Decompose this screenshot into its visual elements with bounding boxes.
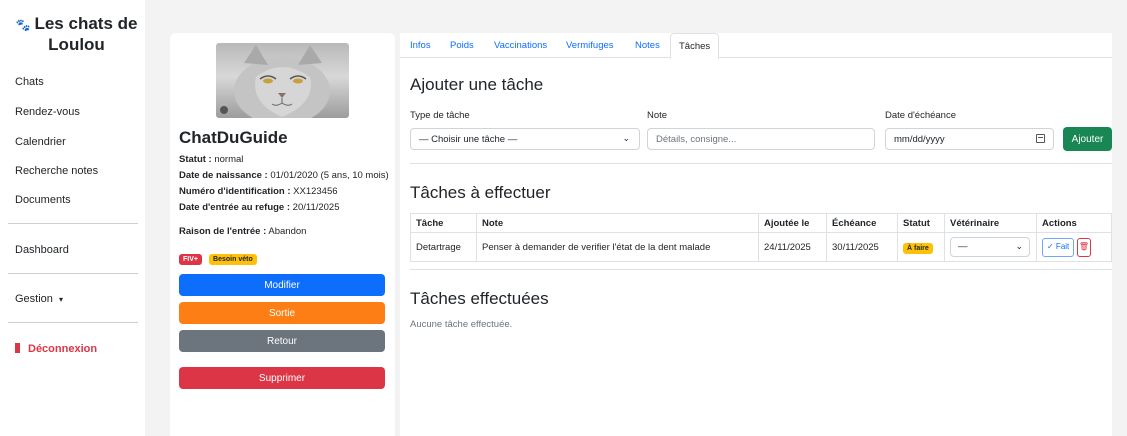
sidebar-item-recherche-notes[interactable]: Recherche notes [15,165,98,177]
task-note: Penser à demander de verifier l'état de … [476,232,759,262]
tab-vermifuges[interactable]: Vermifuges [566,40,614,51]
cat-entry-reason: Raison de l'entrée : Abandon [179,226,307,237]
note-label: Note [647,110,668,121]
back-button[interactable]: Retour [179,330,385,352]
task-type-value: — Choisir une tâche — [419,133,518,145]
task-type-label: Type de tâche [410,110,470,121]
main-content: ChatDuGuide Statut : normal Date de nais… [145,0,1127,436]
todo-table: Tâche Note Ajoutée le Échéance Statut Vé… [410,213,1112,262]
col-header-added: Ajoutée le [758,213,827,233]
col-header-vet: Vétérinaire [944,213,1037,233]
cat-entry-date: Date d'entrée au refuge : 20/11/2025 [179,202,340,213]
note-input[interactable]: Détails, consigne... [647,128,875,150]
chevron-down-icon: ⌄ [1015,241,1023,251]
logout-label: Déconnexion [28,343,98,355]
gestion-label: Gestion [15,293,53,305]
cat-profile-card: ChatDuGuide Statut : normal Date de nais… [170,33,395,436]
col-header-status: Statut [897,213,945,233]
cat-id-number: Numéro d'identification : XX123456 [179,186,338,197]
calendar-icon[interactable] [1036,134,1045,143]
sidebar-item-chats[interactable]: Chats [15,76,44,88]
cat-name: ChatDuGuide [179,128,288,147]
sidebar-divider [8,223,138,224]
needs-vet-badge: Besoin véto [209,254,257,265]
paw-icon: 🐾 [15,18,31,32]
empty-done-message: Aucune tâche effectuée. [410,319,513,330]
due-date-label: Date d'échéance [885,110,957,121]
status-badge: À faire [903,242,933,254]
due-date-input[interactable]: mm/dd/yyyy [885,128,1054,150]
cat-status: Statut : normal [179,154,244,165]
fiv-badge: FIV+ [179,254,202,265]
cat-photo [216,43,349,118]
col-header-note: Note [476,213,759,233]
sidebar-item-dashboard[interactable]: Dashboard [15,244,69,256]
sidebar-divider [8,322,138,323]
tab-vaccinations[interactable]: Vaccinations [494,40,547,51]
vet-select[interactable]: — ⌄ [950,237,1030,257]
divider [410,163,1112,164]
task-type-select[interactable]: — Choisir une tâche — ⌄ [410,128,640,150]
sidebar-item-gestion[interactable]: Gestion ▾ [15,293,63,305]
tab-infos[interactable]: Infos [410,40,431,51]
done-heading: Tâches effectuées [410,289,549,308]
chevron-down-icon: ⌄ [622,133,630,143]
due-date-placeholder: mm/dd/yyyy [894,133,945,145]
caret-down-icon: ▾ [58,295,63,304]
task-due-date: 30/11/2025 [826,232,898,262]
col-header-due: Échéance [826,213,898,233]
todo-heading: Tâches à effectuer [410,183,551,202]
note-placeholder: Détails, consigne... [656,133,737,145]
sidebar-item-calendrier[interactable]: Calendrier [15,136,66,148]
delete-cat-button[interactable]: Supprimer [179,367,385,389]
sidebar-divider [8,273,138,274]
cat-photo-image [220,45,330,118]
table-header-row: Tâche Note Ajoutée le Échéance Statut Vé… [410,213,1112,233]
sidebar-item-rendez-vous[interactable]: Rendez-vous [15,106,80,118]
door-icon [15,343,20,353]
cat-birth-date: Date de naissance : 01/01/2020 (5 ans, 1… [179,170,389,181]
task-actions-cell: ✓ Fait 🗑 [1036,232,1112,262]
table-row: Detartrage Penser à demander de verifier… [410,232,1112,262]
task-status-cell: À faire [897,232,945,262]
divider [410,269,1112,270]
add-task-button[interactable]: Ajouter [1063,127,1112,151]
brand[interactable]: 🐾 Les chats de Loulou [14,14,139,54]
tab-notes[interactable]: Notes [635,40,660,51]
task-name: Detartrage [410,232,477,262]
tab-poids[interactable]: Poids [450,40,474,51]
modify-button[interactable]: Modifier [179,274,385,296]
logout-link[interactable]: Déconnexion [15,343,97,355]
sidebar: 🐾 Les chats de Loulou Chats Rendez-vous C… [0,0,145,436]
tasks-panel: Infos Poids Vaccinations Vermifuges Note… [400,33,1112,436]
tab-bar: Infos Poids Vaccinations Vermifuges Note… [400,33,1112,59]
cat-badges: FIV+ Besoin véto [179,252,261,265]
brand-title: Les chats de Loulou [34,14,138,54]
mark-done-button[interactable]: ✓ Fait [1042,237,1075,257]
trash-icon[interactable]: 🗑 [1076,237,1091,257]
col-header-task: Tâche [410,213,477,233]
task-vet-cell: — ⌄ [944,232,1037,262]
col-header-actions: Actions [1036,213,1112,233]
exit-button[interactable]: Sortie [179,302,385,324]
task-added-date: 24/11/2025 [758,232,827,262]
add-task-heading: Ajouter une tâche [410,75,544,94]
sidebar-item-documents[interactable]: Documents [15,194,71,206]
vet-select-value: — [958,241,968,252]
tab-taches[interactable]: Tâches [670,33,720,59]
